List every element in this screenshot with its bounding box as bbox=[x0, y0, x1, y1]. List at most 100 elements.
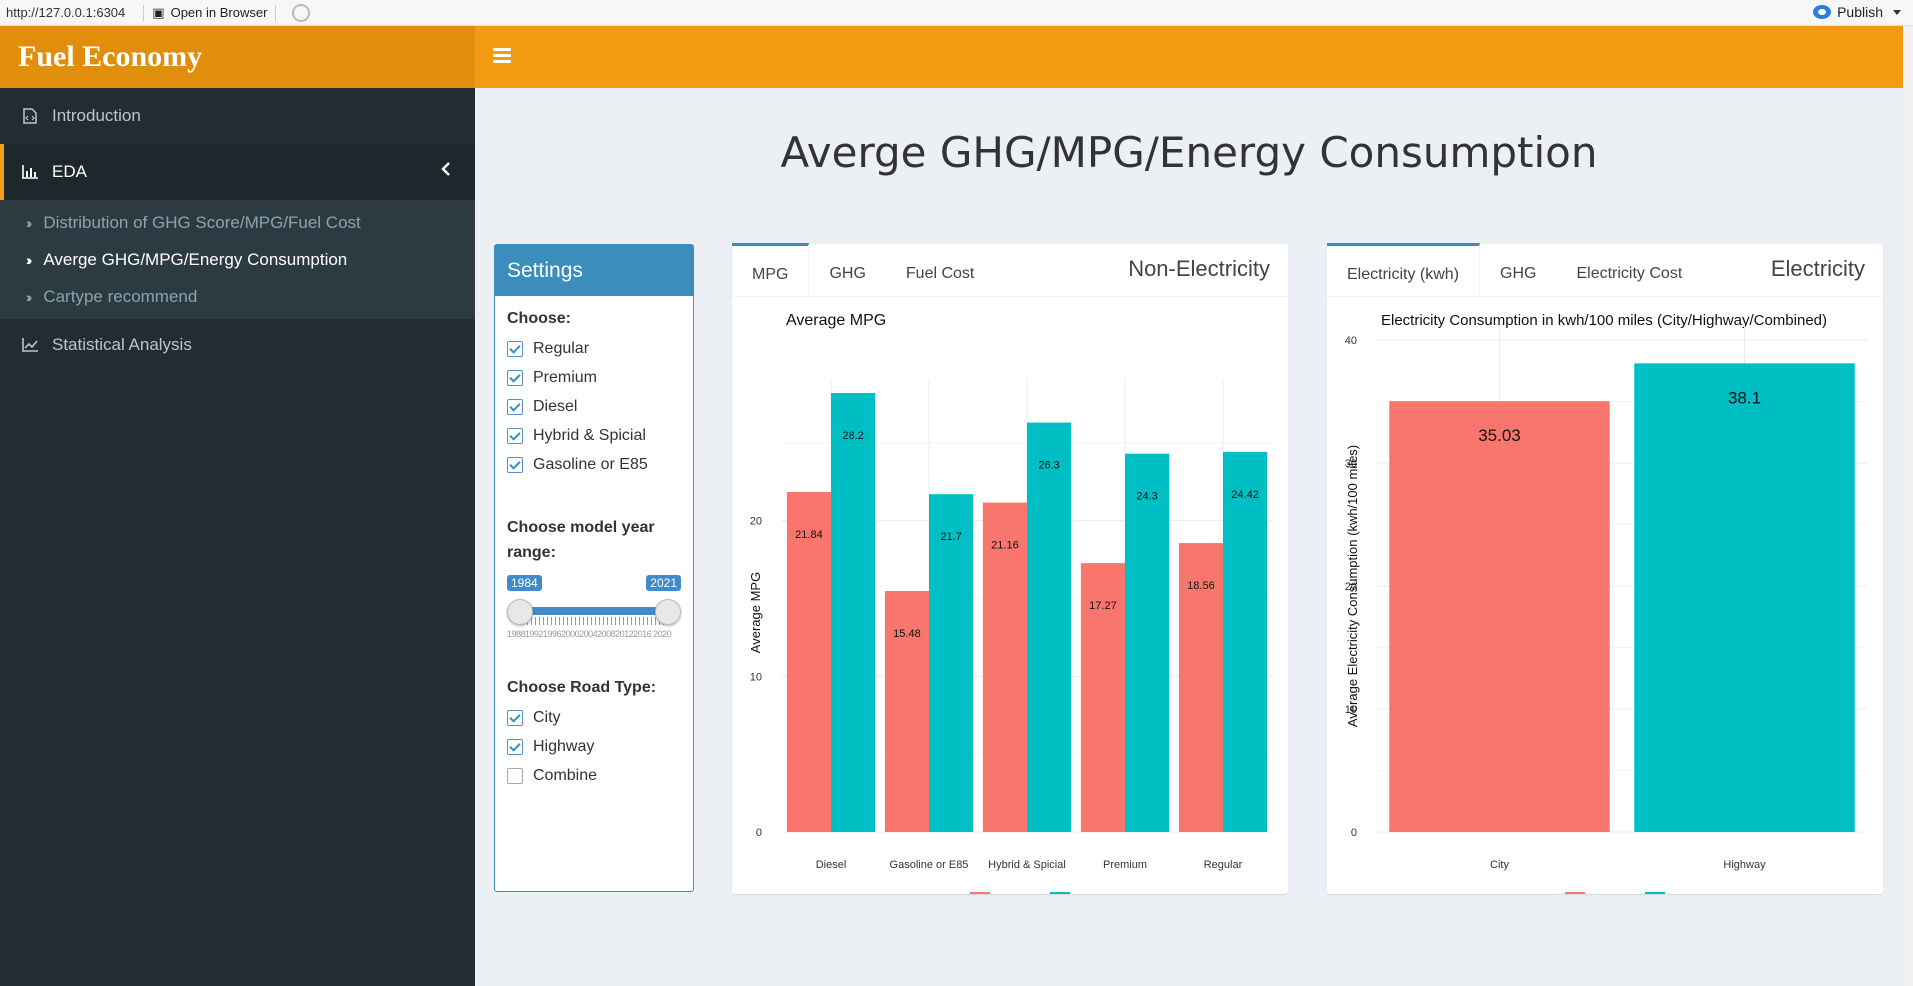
bar-city bbox=[1389, 401, 1610, 832]
fuel-type-checkbox-label: Premium bbox=[533, 368, 598, 386]
tab-mpg[interactable]: MPG bbox=[732, 243, 810, 296]
url-text: http://127.0.0.1:6304 bbox=[6, 5, 126, 20]
road-type-checkbox-row[interactable]: City bbox=[507, 703, 681, 732]
y-axis-label: Average Electricity Consumption (kwh/100… bbox=[1345, 445, 1360, 727]
fuel-type-checkbox-row[interactable]: Hybrid & Spicial bbox=[507, 421, 681, 450]
publish-icon bbox=[1813, 5, 1832, 19]
checkbox-checked[interactable] bbox=[507, 398, 523, 415]
bar-value-label: 35.03 bbox=[1478, 426, 1521, 445]
road-type-checkbox-row[interactable]: Highway bbox=[507, 732, 681, 761]
settings-panel: Settings Choose: Regular Premium Diesel Hyb… bbox=[494, 244, 694, 892]
y-tick-label: 20 bbox=[750, 516, 762, 528]
bar-city bbox=[786, 492, 831, 832]
checkbox-checked[interactable] bbox=[507, 709, 523, 726]
fuel-type-checkbox-label: Diesel bbox=[533, 397, 578, 415]
sidebar-toggle-icon[interactable] bbox=[493, 48, 511, 64]
fuel-type-checkbox-row[interactable]: Gasoline or E85 bbox=[507, 450, 681, 479]
sidebar-subitem-label: Distribution of GHG Score/MPG/Fuel Cost bbox=[43, 212, 361, 232]
checkbox-checked[interactable] bbox=[507, 427, 523, 444]
bar-value-label: 38.1 bbox=[1728, 388, 1761, 407]
fuel-type-checkbox-row[interactable]: Premium bbox=[507, 363, 681, 392]
fuel-type-checkbox-row[interactable]: Regular bbox=[507, 334, 681, 363]
road-type-checkbox-row[interactable]: Combine bbox=[507, 761, 681, 790]
mpg-chart: Average MPG 0 10 20 Diesel Gasoline or E85 Hyb… bbox=[748, 312, 1272, 894]
sidebar-item-label: EDA bbox=[52, 162, 87, 181]
bar-value-label: 21.7 bbox=[940, 531, 961, 543]
sidebar-subitem-distribution[interactable]: ›› Distribution of GHG Score/MPG/Fuel Co… bbox=[0, 204, 475, 241]
open-in-browser-button[interactable]: ▣ Open in Browser bbox=[152, 5, 267, 21]
sidebar-subitem-cartype[interactable]: ›› Cartype recommend bbox=[0, 278, 475, 315]
bar-highway bbox=[831, 393, 876, 832]
checkbox-checked[interactable] bbox=[507, 456, 523, 473]
checkbox-checked[interactable] bbox=[507, 340, 523, 357]
bar-value-label: 26.3 bbox=[1038, 460, 1059, 472]
legend-swatch-city bbox=[1565, 892, 1585, 894]
chevron-left-icon bbox=[441, 162, 451, 181]
sidebar-subitem-label: Averge GHG/MPG/Energy Consumption bbox=[43, 249, 348, 269]
line-chart-icon bbox=[22, 337, 38, 353]
chart-title: Average MPG bbox=[786, 312, 886, 329]
bar-city bbox=[982, 502, 1027, 832]
tab-electricity-cost[interactable]: Electricity Cost bbox=[1556, 243, 1702, 296]
checkbox-checked[interactable] bbox=[507, 738, 523, 755]
road-type-checkbox-label: Combine bbox=[533, 766, 598, 784]
page-title: Averge GHG/MPG/Energy Consumption bbox=[780, 128, 1598, 177]
double-chevron-right-icon: ›› bbox=[26, 214, 33, 231]
settings-title: Settings bbox=[495, 245, 693, 296]
y-tick-label: 0 bbox=[756, 827, 762, 839]
double-chevron-right-icon: ›› bbox=[26, 251, 33, 268]
refresh-icon[interactable] bbox=[292, 3, 311, 22]
bar-value-label: 17.27 bbox=[1089, 600, 1117, 612]
bar-highway bbox=[1027, 422, 1072, 832]
bar-value-label: 18.56 bbox=[1187, 580, 1215, 592]
toolbar-divider bbox=[143, 4, 145, 21]
bar-value-label: 24.3 bbox=[1136, 491, 1157, 503]
electricity-box: Electricity (kwh) GHG Electricity Cost Ele… bbox=[1327, 243, 1883, 894]
non-electricity-box: MPG GHG Fuel Cost Non-Electricity Average … bbox=[732, 243, 1288, 894]
page-scrollbar[interactable] bbox=[1903, 26, 1913, 986]
year-max-badge: 2021 bbox=[646, 575, 681, 591]
tab-ghg[interactable]: GHG bbox=[809, 243, 885, 296]
sidebar-subitem-label: Cartype recommend bbox=[43, 286, 198, 306]
x-tick-label: Regular bbox=[1204, 859, 1243, 871]
x-tick-label: Highway bbox=[1723, 859, 1766, 871]
tab-electricity-kwh[interactable]: Electricity (kwh) bbox=[1327, 243, 1481, 296]
bar-value-label: 21.16 bbox=[991, 540, 1019, 552]
road-type-checkbox-label: Highway bbox=[533, 737, 595, 755]
sidebar-item-introduction[interactable]: Introduction bbox=[0, 88, 475, 144]
x-tick-label: Hybrid & Spicial bbox=[988, 859, 1066, 871]
chevron-down-icon bbox=[1893, 9, 1901, 15]
tab-ghg[interactable]: GHG bbox=[1480, 243, 1556, 296]
sidebar-subitem-average[interactable]: ›› Averge GHG/MPG/Energy Consumption bbox=[0, 241, 475, 278]
sidebar-item-eda[interactable]: EDA bbox=[0, 144, 475, 200]
year-range-label: Choose model year range: bbox=[507, 519, 655, 561]
toolbar-divider bbox=[275, 4, 277, 21]
bar-highway bbox=[1634, 363, 1855, 832]
fuel-type-checkbox-row[interactable]: Diesel bbox=[507, 392, 681, 421]
legend-swatch-city bbox=[970, 892, 990, 894]
fuel-type-checkbox-label: Regular bbox=[533, 339, 590, 357]
bar-value-label: 21.84 bbox=[795, 529, 823, 541]
app-logo[interactable]: Fuel Economy bbox=[0, 26, 475, 88]
bar-highway bbox=[1223, 451, 1268, 832]
checkbox-unchecked[interactable] bbox=[507, 767, 523, 784]
slider-track[interactable] bbox=[519, 607, 669, 615]
y-tick-label: 10 bbox=[750, 671, 762, 683]
tab-fuel-cost[interactable]: Fuel Cost bbox=[886, 243, 994, 296]
sidebar-item-statistical-analysis[interactable]: Statistical Analysis bbox=[0, 319, 475, 371]
year-range-slider[interactable]: 1984 2021 198819921996200020042008201220… bbox=[507, 575, 681, 645]
publish-button[interactable]: Publish bbox=[1813, 4, 1901, 20]
x-tick-label: Premium bbox=[1103, 859, 1147, 871]
slider-grid-labels: 19881992199620002004200820122016 2020 bbox=[507, 629, 672, 639]
checkbox-checked[interactable] bbox=[507, 369, 523, 386]
box-title: Electricity bbox=[1770, 256, 1865, 281]
year-max-handle[interactable] bbox=[655, 599, 681, 625]
y-tick-label: 0 bbox=[1351, 827, 1357, 839]
year-min-handle[interactable] bbox=[507, 599, 533, 625]
file-code-icon bbox=[22, 108, 38, 124]
box-title: Non-Electricity bbox=[1128, 256, 1270, 281]
sidebar-item-label: Statistical Analysis bbox=[52, 335, 192, 354]
browser-toolbar: http://127.0.0.1:6304 ▣ Open in Browser … bbox=[0, 0, 1913, 26]
slider-ticks bbox=[519, 617, 669, 625]
x-tick-label: Diesel bbox=[816, 859, 847, 871]
